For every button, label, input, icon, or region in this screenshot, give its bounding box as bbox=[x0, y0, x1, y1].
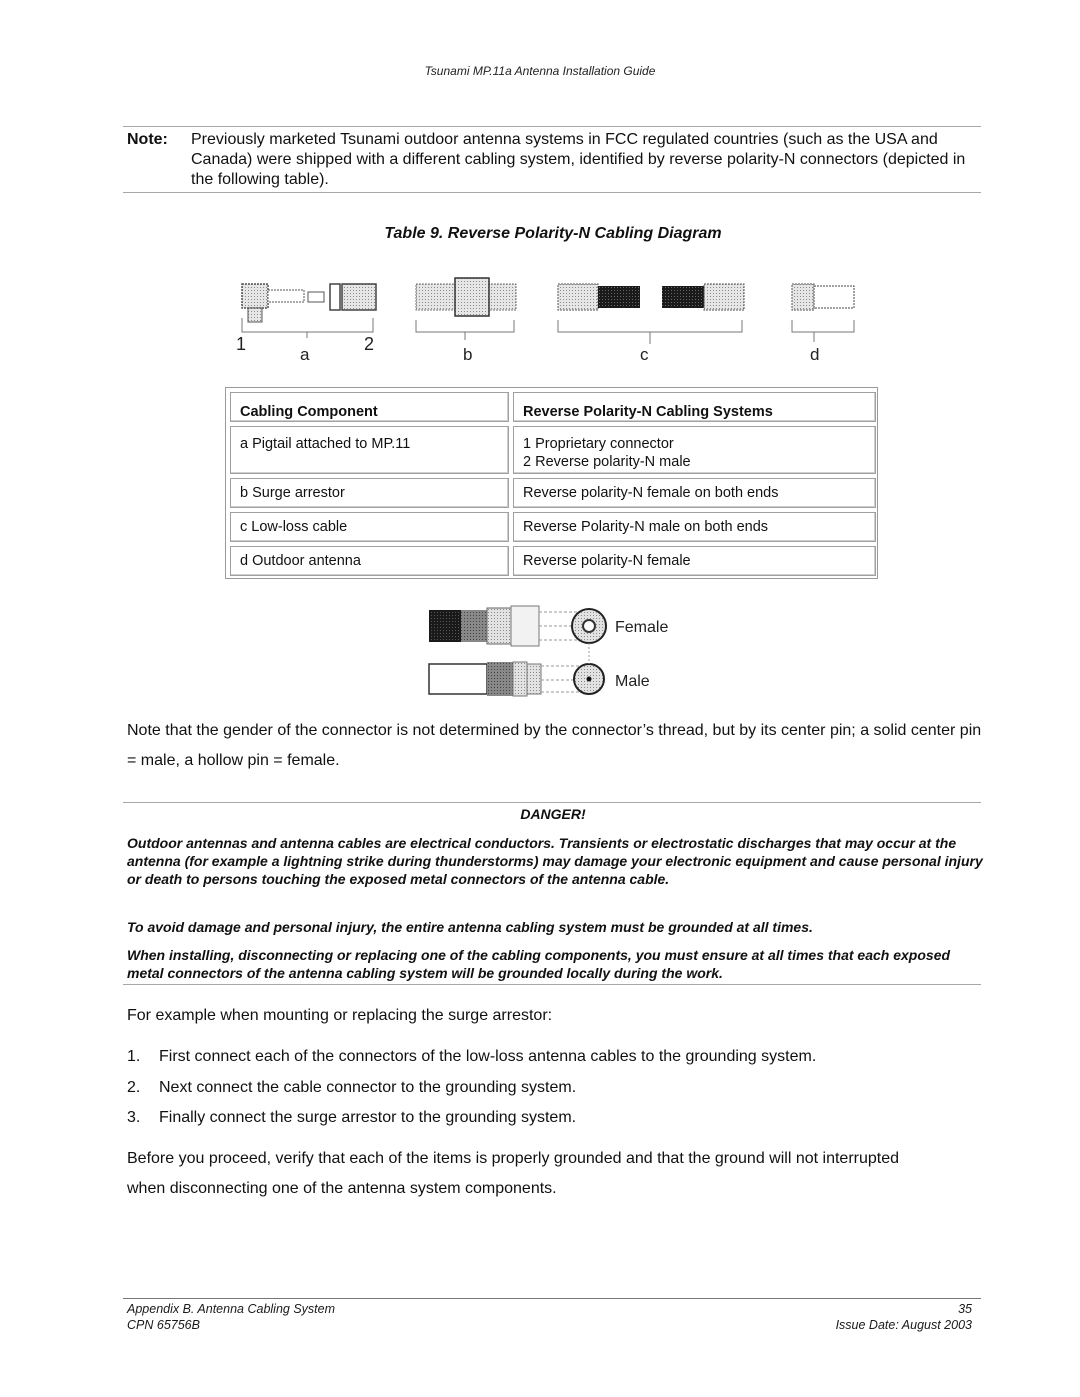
cabling-diagram: 1 a 2 b c d bbox=[236, 277, 855, 364]
diagram-label-b: b bbox=[463, 345, 472, 364]
table-row-b-component: b Surge arrestor bbox=[230, 478, 509, 508]
low-loss-cable-illustration bbox=[557, 283, 745, 311]
table-row-a-system-line2: 2 Reverse polarity-N male bbox=[523, 454, 691, 470]
male-label: Male bbox=[615, 673, 650, 690]
surge-arrestor-illustration bbox=[415, 277, 517, 317]
divider bbox=[123, 984, 981, 985]
closing-paragraph: Before you proceed, verify that each of … bbox=[127, 1150, 900, 1197]
female-label: Female bbox=[615, 619, 668, 636]
footer-section: Appendix B. Antenna Cabling System bbox=[127, 1302, 335, 1316]
cabling-table: Cabling Component Reverse Polarity-N Cab… bbox=[225, 387, 878, 579]
table-row-a-component: a Pigtail attached to MP.11 bbox=[230, 426, 509, 474]
pigtail-illustration bbox=[241, 283, 377, 323]
note-label: Note: bbox=[127, 131, 168, 148]
diagram-label-2: 2 bbox=[364, 334, 374, 354]
table-row-c-component: c Low-loss cable bbox=[230, 512, 509, 542]
list-text: First connect each of the connectors of … bbox=[159, 1048, 817, 1065]
table-row-b-systems: Reverse polarity-N female on both ends bbox=[513, 478, 876, 508]
divider bbox=[123, 192, 981, 193]
list-number: 3. bbox=[127, 1109, 141, 1126]
outdoor-antenna-illustration bbox=[791, 283, 855, 311]
footer-issue-date: Issue Date: August 2003 bbox=[835, 1318, 972, 1332]
table-header-systems: Reverse Polarity-N Cabling Systems bbox=[513, 392, 876, 422]
male-connector-illustration bbox=[428, 643, 605, 697]
divider bbox=[123, 126, 981, 127]
diagram-label-c: c bbox=[640, 345, 649, 364]
footer-divider bbox=[123, 1298, 981, 1299]
list-text: Next connect the cable connector to the … bbox=[159, 1079, 577, 1096]
table-row-d-systems: Reverse polarity-N female bbox=[513, 546, 876, 576]
table-row-c-systems: Reverse Polarity-N male on both ends bbox=[513, 512, 876, 542]
female-connector-illustration bbox=[429, 605, 607, 647]
list-number: 2. bbox=[127, 1079, 141, 1096]
connector-gender-figure: Female Male bbox=[428, 605, 668, 697]
danger-title: DANGER! bbox=[520, 806, 586, 822]
danger-paragraph: When installing, disconnecting or replac… bbox=[127, 947, 951, 981]
example-intro: For example when mounting or replacing t… bbox=[127, 1007, 553, 1024]
table-row-a-systems: 1 Proprietary connector 2 Reverse polari… bbox=[513, 426, 876, 474]
gender-paragraph: Note that the gender of the connector is… bbox=[127, 722, 982, 769]
danger-paragraph: To avoid damage and personal injury, the… bbox=[127, 919, 813, 935]
divider bbox=[123, 802, 981, 803]
table-title: Table 9. Reverse Polarity-N Cabling Diag… bbox=[384, 225, 722, 242]
diagram-label-a: a bbox=[300, 345, 310, 364]
page-number: 35 bbox=[958, 1302, 972, 1316]
danger-paragraph: Outdoor antennas and antenna cables are … bbox=[127, 835, 983, 887]
table-row-a-system-line1: 1 Proprietary connector bbox=[523, 436, 674, 452]
list-text: Finally connect the surge arrestor to th… bbox=[159, 1109, 577, 1126]
table-row-d-component: d Outdoor antenna bbox=[230, 546, 509, 576]
note-text: Previously marketed Tsunami outdoor ante… bbox=[191, 131, 966, 188]
running-header: Tsunami MP.11a Antenna Installation Guid… bbox=[424, 64, 656, 78]
diagram-label-1: 1 bbox=[236, 334, 246, 354]
diagram-label-d: d bbox=[810, 345, 819, 364]
table-header-component: Cabling Component bbox=[230, 392, 509, 422]
footer-cpn: CPN 65756B bbox=[127, 1318, 200, 1332]
list-number: 1. bbox=[127, 1048, 141, 1065]
